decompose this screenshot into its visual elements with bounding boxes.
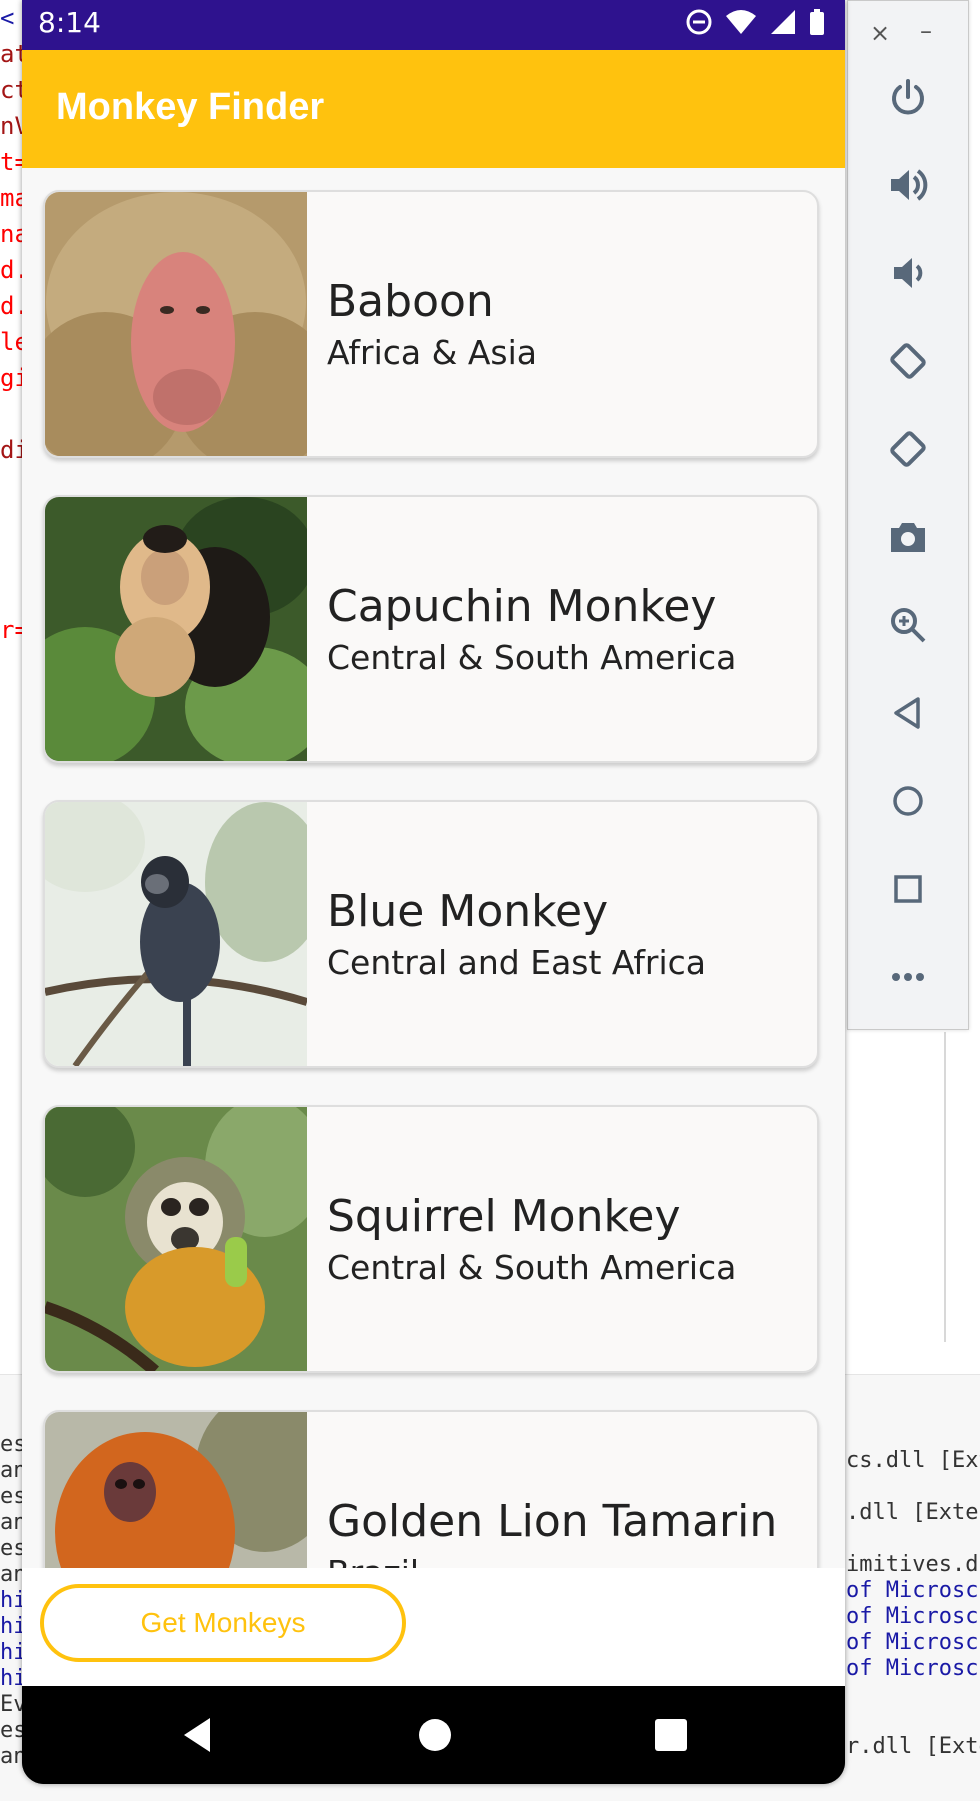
output-line: hi [0,1640,22,1665]
output-line: of Microsc [846,1578,979,1603]
output-line: es [0,1432,22,1457]
squirrel-monkey-photo [45,1107,307,1371]
ide-output-right: cs.dll [Ext .dll [Exter imitives.dl of M… [846,1448,980,1760]
monkey-location: Brazil [327,1553,777,1568]
output-line: es [0,1718,22,1743]
monkey-location: Central and East Africa [327,943,707,982]
golden-lion-tamarin-photo [45,1412,307,1568]
output-line: .dll [Exter [846,1500,980,1525]
output-line: es [0,1484,22,1509]
output-line: an [0,1562,22,1587]
monkey-card[interactable]: Squirrel Monkey Central & South America [43,1105,819,1373]
signal-icon [771,10,795,34]
output-line: an [0,1744,22,1769]
volume-up-icon[interactable] [878,155,938,215]
output-line: imitives.dl [846,1552,980,1577]
monkey-name: Golden Lion Tamarin [327,1496,778,1547]
home-icon[interactable] [878,771,938,831]
home-icon[interactable] [410,1710,460,1760]
output-line: r.dll [Exte [846,1734,980,1759]
output-line: hi [0,1666,22,1691]
ide-divider [944,1032,946,1342]
output-line: of Microsc [846,1656,979,1681]
output-line: Ev [0,1692,22,1717]
monkey-name: Baboon [327,276,494,327]
bottom-action-area: Get Monkeys [22,1568,845,1686]
output-line: hi [0,1588,22,1613]
monkey-card[interactable]: Baboon Africa & Asia [43,190,819,458]
emulator-window-controls: × – [848,17,968,47]
overview-icon[interactable] [878,859,938,919]
status-icons [685,8,825,36]
monkey-location: Africa & Asia [327,333,537,372]
minimize-icon[interactable]: – [920,17,932,45]
back-icon[interactable] [878,683,938,743]
emulator-toolbar: × – [847,0,969,1030]
output-line: of Microsc [846,1604,979,1629]
close-icon[interactable]: × [870,19,890,47]
volume-down-icon[interactable] [878,243,938,303]
camera-icon[interactable] [878,507,938,567]
battery-icon [810,9,824,35]
blue-monkey-photo [45,802,307,1066]
monkey-location: Central & South America [327,1248,737,1287]
get-monkeys-button[interactable]: Get Monkeys [40,1584,406,1662]
monkey-location: Central & South America [327,638,737,677]
monkey-name: Capuchin Monkey [327,581,717,632]
monkey-name: Blue Monkey [327,886,609,937]
ide-output-left: es an es an es an hi hi hi hi Ev es an [0,1432,22,1770]
monkey-name: Squirrel Monkey [327,1191,681,1242]
back-icon[interactable] [174,1710,224,1760]
do-not-disturb-icon [686,9,712,35]
emulator-screen: 8:14 Monkey Finder Baboon Africa & Asia … [22,0,845,1784]
page-title: Monkey Finder [56,86,325,128]
more-icon[interactable] [878,947,938,1007]
monkey-card[interactable]: Golden Lion Tamarin Brazil [43,1410,819,1568]
rotate-left-icon[interactable] [878,331,938,391]
status-time: 8:14 [38,6,101,39]
output-line: hi [0,1614,22,1639]
rotate-right-icon[interactable] [878,419,938,479]
baboon-photo [45,192,307,456]
monkey-card[interactable]: Blue Monkey Central and East Africa [43,800,819,1068]
output-line: of Microsc [846,1630,979,1655]
capuchin-monkey-photo [45,497,307,761]
output-line: cs.dll [Ext [846,1448,980,1473]
navigation-bar [22,1686,845,1784]
output-line: an [0,1510,22,1535]
app-bar: Monkey Finder [22,50,845,168]
overview-icon[interactable] [646,1710,696,1760]
wifi-icon [726,10,756,34]
output-line: an [0,1458,22,1483]
status-bar: 8:14 [22,0,845,50]
zoom-icon[interactable] [878,595,938,655]
output-line: es [0,1536,22,1561]
monkey-list[interactable]: Baboon Africa & Asia Capuchin Monkey Cen… [22,168,845,1568]
power-icon[interactable] [878,67,938,127]
monkey-card[interactable]: Capuchin Monkey Central & South America [43,495,819,763]
